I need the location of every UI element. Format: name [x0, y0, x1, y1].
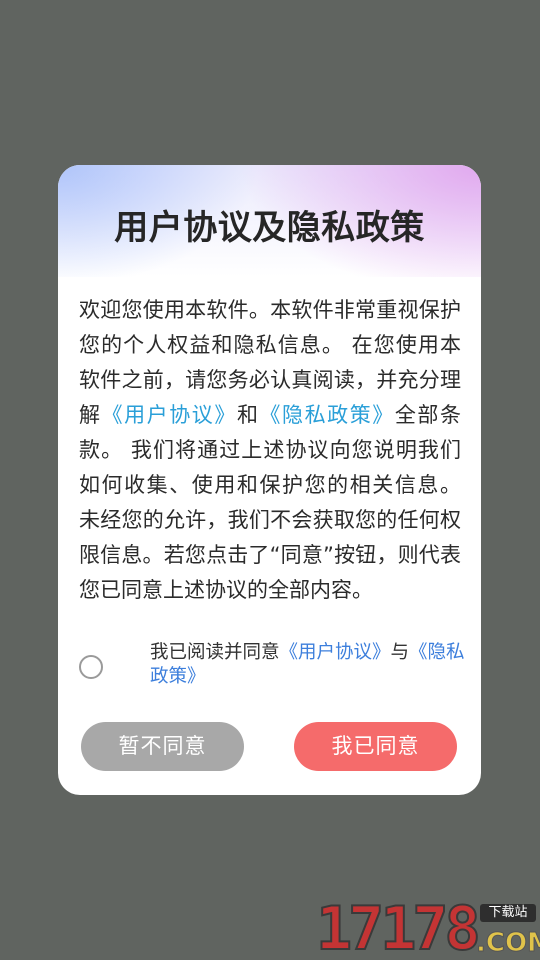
agreement-text-scroll[interactable]: 欢迎您使用本软件。本软件非常重视保护您的个人权益和隐私信息。 在您使用本软件之前…	[79, 293, 461, 620]
consent-user-agreement-link[interactable]: 《用户协议》	[280, 642, 391, 663]
consent-joiner: 与	[390, 642, 410, 663]
consent-row: 我已阅读并同意《用户协议》与《隐私政策》	[58, 641, 481, 701]
user-agreement-link[interactable]: 《用户协议》	[102, 403, 237, 427]
watermark-number: 17178	[315, 894, 482, 960]
consent-text: 我已阅读并同意《用户协议》与《隐私政策》	[150, 641, 476, 689]
watermark-domain: .COM	[476, 928, 540, 959]
agree-button[interactable]: 我已同意	[294, 722, 457, 771]
agreement-text-and: 和	[236, 403, 260, 427]
decline-button[interactable]: 暂不同意	[81, 722, 244, 771]
watermark-badge: 下载站	[480, 904, 536, 922]
consent-checkbox[interactable]	[79, 655, 103, 679]
dialog-title: 用户协议及隐私政策	[114, 208, 425, 248]
privacy-policy-link[interactable]: 《隐私政策》	[260, 403, 395, 427]
site-watermark: 17178 下载站 .COM	[315, 894, 540, 960]
agreement-dialog: 用户协议及隐私政策 欢迎您使用本软件。本软件非常重视保护您的个人权益和隐私信息。…	[58, 165, 481, 795]
agreement-text-part-2: 全部条款。 我们将通过上述协议向您说明我们如何收集、使用和保护您的相关信息。 未…	[79, 403, 461, 602]
consent-prefix: 我已阅读并同意	[150, 642, 280, 663]
dialog-header: 用户协议及隐私政策	[58, 165, 481, 277]
